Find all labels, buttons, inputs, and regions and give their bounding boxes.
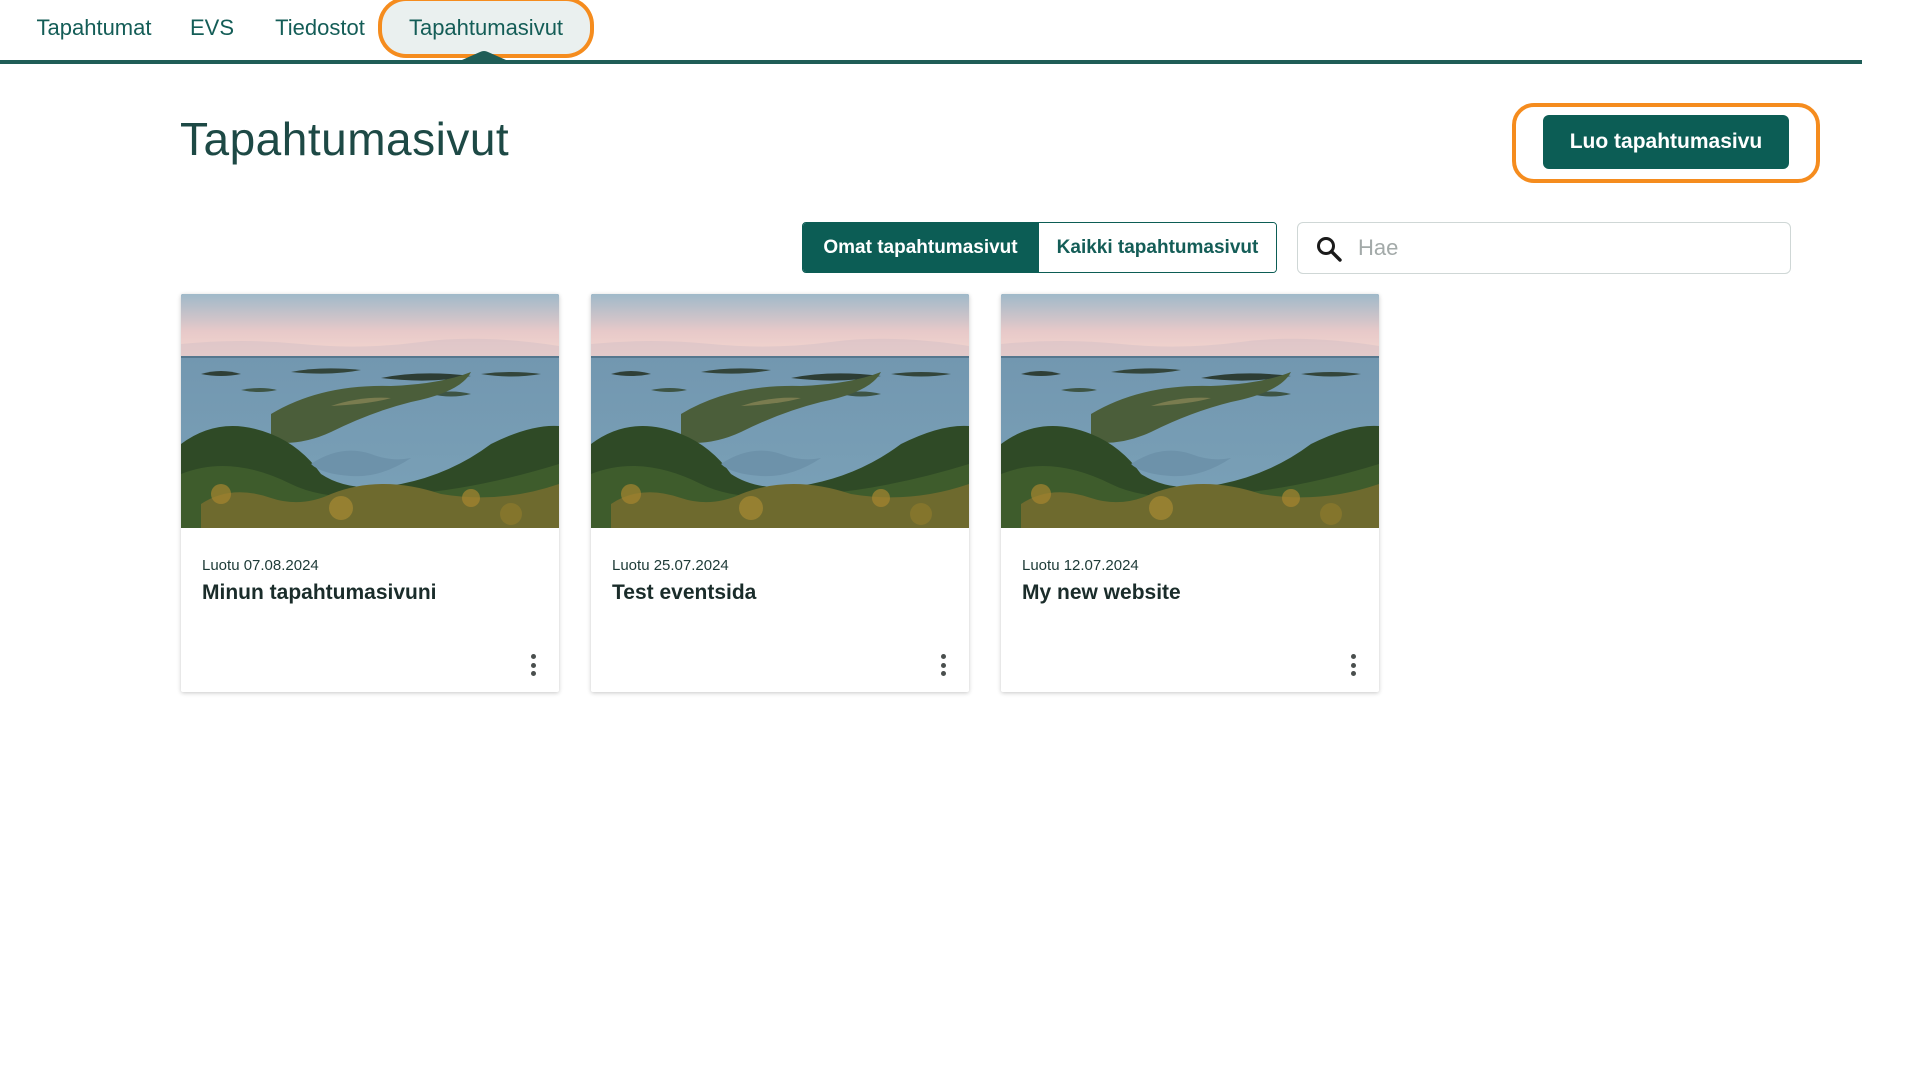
tab-evs[interactable]: EVS <box>182 0 242 56</box>
tab-tiedostot[interactable]: Tiedostot <box>262 0 378 56</box>
page-filter-toggle: Omat tapahtumasivut Kaikki tapahtumasivu… <box>802 222 1277 273</box>
card-created-date: Luotu 12.07.2024 <box>1022 557 1139 574</box>
tab-tapahtumat[interactable]: Tapahtumat <box>22 0 166 56</box>
search-input[interactable] <box>1358 229 1778 267</box>
more-vertical-icon[interactable] <box>933 652 953 678</box>
top-navigation: Tapahtumat EVS Tiedostot Tapahtumasivut <box>0 0 1862 64</box>
tab-label: EVS <box>189 15 235 40</box>
filter-own-pages[interactable]: Omat tapahtumasivut <box>803 223 1038 272</box>
tab-label: Tapahtumasivut <box>408 14 564 40</box>
card-cover-image <box>181 294 559 528</box>
search-icon <box>1317 237 1342 262</box>
event-page-card[interactable]: Luotu 12.07.2024 My new website <box>1001 294 1379 692</box>
card-title: Minun tapahtumasivuni <box>202 581 437 604</box>
search-box <box>1297 222 1791 274</box>
event-page-card[interactable]: Luotu 07.08.2024 Minun tapahtumasivuni <box>181 294 559 692</box>
card-created-date: Luotu 07.08.2024 <box>202 557 319 574</box>
filter-all-pages[interactable]: Kaikki tapahtumasivut <box>1038 223 1276 272</box>
page-title: Tapahtumasivut <box>180 113 510 165</box>
card-created-date: Luotu 25.07.2024 <box>612 557 729 574</box>
card-title: My new website <box>1022 581 1181 604</box>
card-cover-image <box>1001 294 1379 528</box>
card-title: Test eventsida <box>612 581 757 604</box>
tab-label: Tiedostot <box>275 15 365 40</box>
tab-label: Tapahtumat <box>36 15 152 40</box>
card-cover-image <box>591 294 969 528</box>
active-tab-indicator <box>462 51 506 60</box>
event-page-card[interactable]: Luotu 25.07.2024 Test eventsida <box>591 294 969 692</box>
more-vertical-icon[interactable] <box>523 652 543 678</box>
tab-tapahtumasivut[interactable]: Tapahtumasivut <box>382 1 590 54</box>
more-vertical-icon[interactable] <box>1343 652 1363 678</box>
create-event-page-button[interactable]: Luo tapahtumasivu <box>1543 115 1789 169</box>
